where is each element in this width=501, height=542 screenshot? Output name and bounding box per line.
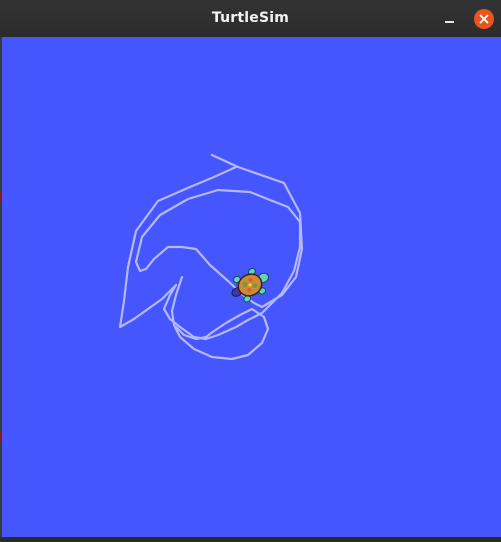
- close-button[interactable]: [474, 9, 494, 29]
- minimize-button[interactable]: [438, 8, 462, 30]
- turtlesim-window: TurtleSim: [0, 0, 501, 537]
- title-bar[interactable]: TurtleSim: [0, 0, 501, 38]
- edge-mark: [0, 432, 2, 442]
- minimize-icon: [445, 21, 454, 23]
- window-title: TurtleSim: [211, 10, 290, 26]
- pen-trail: [118, 153, 304, 341]
- simulation-canvas: [0, 37, 501, 537]
- edge-mark: [0, 192, 2, 202]
- drawing-surface: [118, 153, 304, 361]
- window-left-edge: [0, 37, 2, 537]
- close-icon: [479, 14, 489, 24]
